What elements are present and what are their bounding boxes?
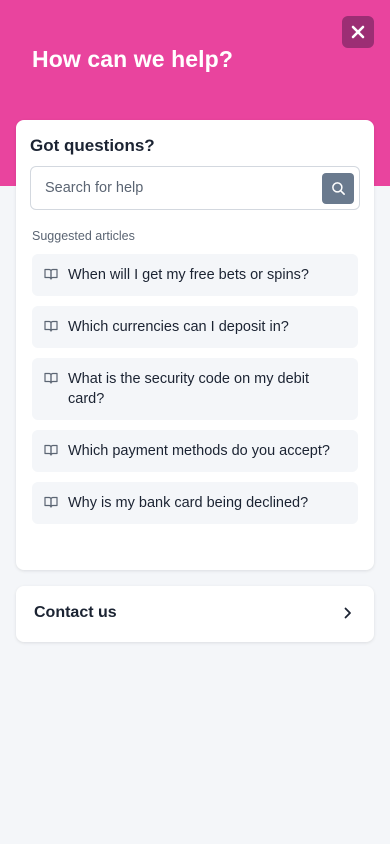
search-input[interactable] bbox=[31, 167, 311, 209]
book-icon bbox=[44, 444, 60, 456]
article-label: What is the security code on my debit ca… bbox=[68, 371, 309, 407]
card-title: Got questions? bbox=[30, 136, 155, 155]
help-widget: How can we help? Got questions? Search f… bbox=[0, 0, 390, 844]
suggested-articles-label: Suggested articles bbox=[32, 229, 135, 243]
chevron-right-icon bbox=[344, 607, 352, 619]
contact-us-label: Contact us bbox=[34, 604, 117, 621]
book-icon bbox=[44, 372, 60, 384]
help-card: Got questions? Suggested articles bbox=[16, 120, 374, 570]
search-icon bbox=[331, 181, 346, 196]
article-item[interactable]: Which currencies can I deposit in? bbox=[32, 306, 358, 348]
close-icon bbox=[351, 25, 365, 39]
book-icon bbox=[44, 496, 60, 508]
page-title: How can we help? bbox=[32, 46, 233, 72]
book-icon bbox=[44, 320, 60, 332]
article-label: Why is my bank card being declined? bbox=[68, 495, 309, 511]
article-label: When will I get my free bets or spins? bbox=[68, 267, 309, 283]
article-item[interactable]: Which payment methods do you accept? bbox=[32, 430, 358, 472]
close-button[interactable] bbox=[342, 16, 374, 48]
search-box bbox=[30, 166, 360, 210]
article-item[interactable]: When will I get my free bets or spins? bbox=[32, 254, 358, 296]
search-button[interactable] bbox=[322, 173, 354, 204]
article-label: Which currencies can I deposit in? bbox=[68, 319, 289, 335]
contact-us-button[interactable]: Contact us bbox=[16, 586, 374, 642]
article-item[interactable]: Why is my bank card being declined? bbox=[32, 482, 358, 524]
article-item[interactable]: What is the security code on my debit ca… bbox=[32, 358, 358, 420]
article-list: When will I get my free bets or spins? W… bbox=[32, 254, 358, 534]
book-icon bbox=[44, 268, 60, 280]
article-label: Which payment methods do you accept? bbox=[68, 443, 330, 459]
